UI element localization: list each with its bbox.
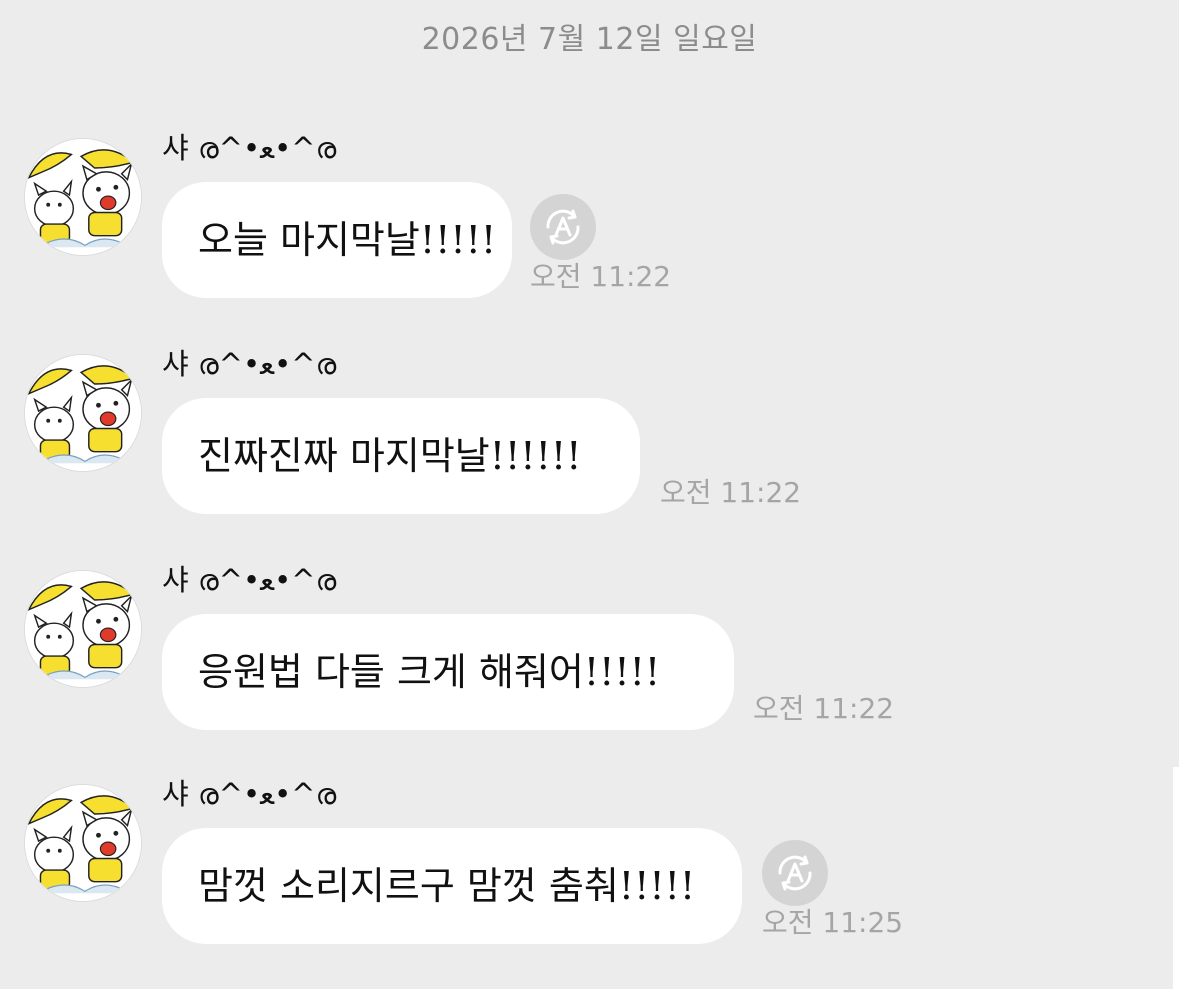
- message-text: 응원법 다들 크게 해줘어!!!!!: [198, 650, 661, 694]
- message-time: 오전 11:22: [530, 260, 672, 293]
- avatar[interactable]: [24, 354, 142, 472]
- cartoon-cat-avatar-icon: [25, 355, 141, 471]
- chat-message: 샤 ര^•ﻌ•^ര 맘껏 소리지르구 맘껏 춤춰!!!!! 오전 11:25: [0, 777, 1179, 984]
- sender-name: 샤 ര^•ﻌ•^ര: [162, 347, 337, 381]
- cartoon-cat-avatar-icon: [25, 785, 141, 901]
- cartoon-cat-avatar-icon: [25, 571, 141, 687]
- sender-name: 샤 ര^•ﻌ•^ര: [162, 563, 337, 597]
- chat-message: 샤 ര^•ﻌ•^ര 응원법 다들 크게 해줘어!!!!! 오전 11:22: [0, 563, 1179, 770]
- sender-name: 샤 ര^•ﻌ•^ര: [162, 777, 337, 811]
- message-bubble[interactable]: 진짜진짜 마지막날!!!!!!: [162, 398, 640, 514]
- chat-message: 샤 ര^•ﻌ•^ര 진짜진짜 마지막날!!!!!! 오전 11:22: [0, 347, 1179, 554]
- message-time: 오전 11:25: [762, 906, 904, 939]
- translate-icon: [546, 209, 580, 245]
- translate-icon: [778, 855, 812, 891]
- sender-name: 샤 ര^•ﻌ•^ര: [162, 131, 337, 165]
- translate-button[interactable]: [530, 194, 596, 260]
- avatar[interactable]: [24, 784, 142, 902]
- message-bubble[interactable]: 오늘 마지막날!!!!!: [162, 182, 512, 298]
- message-text: 맘껏 소리지르구 맘껏 춤춰!!!!!: [198, 864, 696, 908]
- message-text: 오늘 마지막날!!!!!: [198, 218, 497, 262]
- avatar[interactable]: [24, 570, 142, 688]
- chat-message: 샤 ര^•ﻌ•^ര 오늘 마지막날!!!!! 오전 11:22: [0, 131, 1179, 338]
- message-time: 오전 11:22: [660, 476, 802, 509]
- message-text: 진짜진짜 마지막날!!!!!!: [198, 434, 582, 478]
- message-time: 오전 11:22: [753, 692, 895, 725]
- message-bubble[interactable]: 맘껏 소리지르구 맘껏 춤춰!!!!!: [162, 828, 742, 944]
- translate-button[interactable]: [762, 840, 828, 906]
- cartoon-cat-avatar-icon: [25, 139, 141, 255]
- avatar[interactable]: [24, 138, 142, 256]
- message-bubble[interactable]: 응원법 다들 크게 해줘어!!!!!: [162, 614, 734, 730]
- date-separator: 2026년 7월 12일 일요일: [421, 22, 758, 57]
